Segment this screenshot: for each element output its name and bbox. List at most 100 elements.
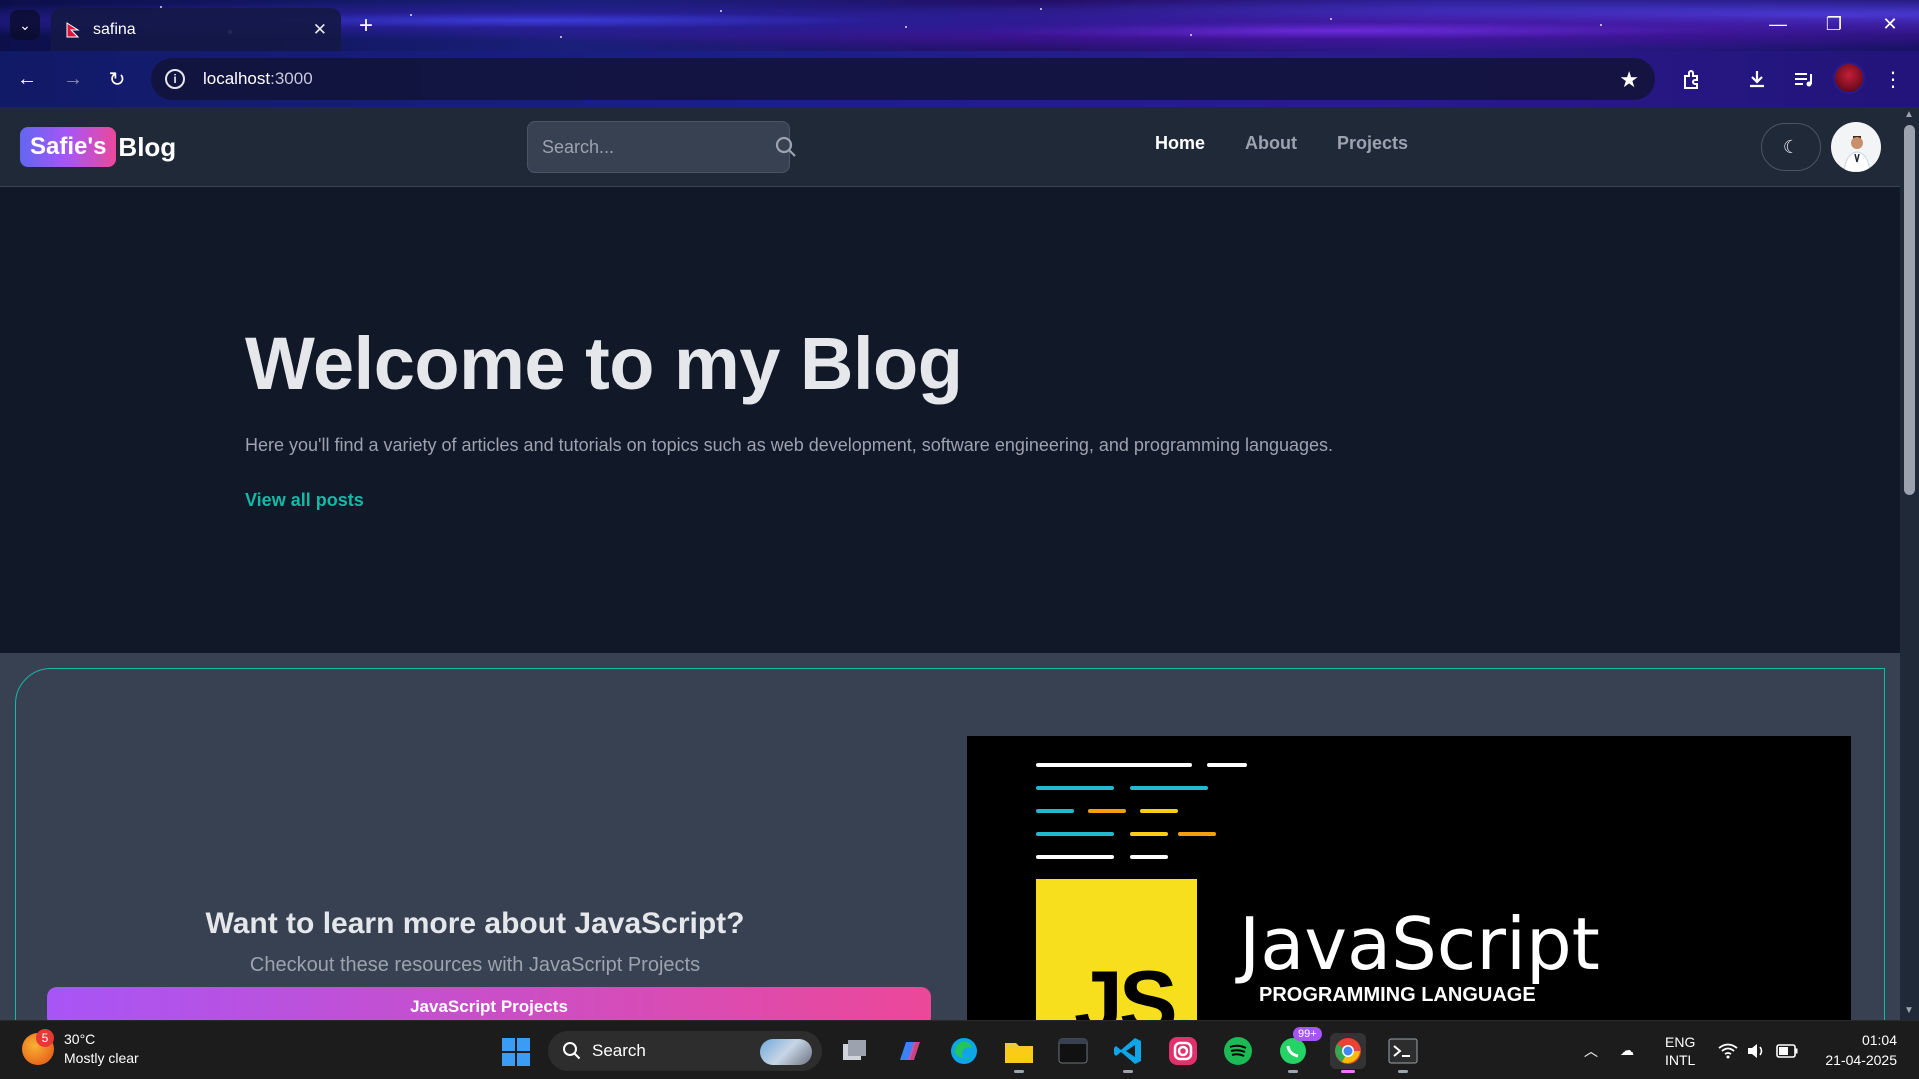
windows-start-icon[interactable] bbox=[502, 1038, 530, 1066]
copilot-icon[interactable] bbox=[891, 1033, 927, 1069]
address-bar[interactable]: i localhost:3000 ★ bbox=[151, 58, 1655, 100]
search-icon bbox=[563, 1042, 581, 1060]
bg-star bbox=[560, 36, 562, 38]
bg-star bbox=[1040, 8, 1042, 10]
back-button[interactable]: ← bbox=[10, 62, 44, 96]
close-tab-icon[interactable]: ✕ bbox=[313, 20, 327, 40]
browser-tab-active[interactable]: safina ✕ bbox=[51, 8, 341, 51]
browser-profile-avatar[interactable] bbox=[1833, 62, 1865, 94]
page-scrollbar[interactable]: ▲ ▼ bbox=[1900, 107, 1919, 1020]
running-indicator bbox=[1288, 1070, 1298, 1073]
minimize-button[interactable]: — bbox=[1754, 8, 1802, 40]
site-info-icon[interactable]: i bbox=[165, 69, 185, 89]
close-window-button[interactable]: ✕ bbox=[1866, 8, 1914, 40]
bg-star bbox=[905, 26, 907, 28]
tray-overflow-chevron-icon[interactable]: ︿ bbox=[1584, 1021, 1598, 1079]
task-view-icon[interactable] bbox=[837, 1033, 873, 1069]
javascript-banner-image: JS JavaScript PROGRAMMING LANGUAGE bbox=[967, 736, 1851, 1020]
spotify-icon[interactable] bbox=[1220, 1033, 1256, 1069]
media-control-icon[interactable] bbox=[1786, 62, 1820, 96]
clock-date: 21-04-2025 bbox=[1825, 1052, 1897, 1068]
url-port: :3000 bbox=[270, 69, 313, 88]
wifi-icon[interactable] bbox=[1718, 1021, 1738, 1079]
scrollbar-thumb[interactable] bbox=[1904, 125, 1915, 495]
language-indicator[interactable]: ENG INTL bbox=[1665, 1021, 1695, 1079]
weather-icon: 5 bbox=[22, 1029, 54, 1065]
code-line bbox=[1036, 763, 1192, 767]
view-all-posts-link[interactable]: View all posts bbox=[245, 490, 364, 511]
user-avatar[interactable] bbox=[1831, 122, 1881, 172]
hero-subtitle: Here you'll find a variety of articles a… bbox=[245, 435, 1334, 455]
theme-toggle-button[interactable]: ☾ bbox=[1761, 123, 1821, 171]
restore-button[interactable]: ❐ bbox=[1810, 8, 1858, 40]
weather-badge: 5 bbox=[36, 1029, 54, 1047]
browser-menu-icon[interactable]: ⋮ bbox=[1876, 62, 1910, 96]
download-icon[interactable] bbox=[1740, 62, 1774, 96]
file-explorer-icon[interactable] bbox=[1001, 1033, 1037, 1073]
chrome-icon[interactable] bbox=[1330, 1033, 1366, 1073]
bg-star bbox=[1330, 18, 1332, 20]
weather-widget[interactable]: 5 30°C Mostly clear bbox=[22, 1029, 139, 1068]
code-line bbox=[1130, 786, 1208, 790]
system-clock[interactable]: 01:04 21-04-2025 bbox=[1817, 1030, 1897, 1070]
cta-subtitle: Checkout these resources with JavaScript… bbox=[249, 954, 701, 976]
moon-icon: ☾ bbox=[1782, 136, 1800, 157]
battery-icon[interactable] bbox=[1776, 1021, 1798, 1079]
new-tab-button[interactable]: + bbox=[352, 12, 380, 40]
scroll-down-arrow-icon[interactable]: ▼ bbox=[1904, 1005, 1914, 1016]
cta-title: Want to learn more about JavaScript? bbox=[205, 907, 745, 940]
running-indicator bbox=[1341, 1070, 1355, 1073]
site-logo[interactable]: Safie's Blog bbox=[20, 127, 176, 167]
extensions-icon[interactable] bbox=[1675, 62, 1709, 96]
tab-search-button[interactable]: ⌄ bbox=[10, 10, 40, 40]
nav-about[interactable]: About bbox=[1245, 133, 1297, 154]
vscode-icon[interactable] bbox=[1110, 1033, 1146, 1073]
code-line bbox=[1036, 809, 1074, 813]
instagram-icon[interactable] bbox=[1165, 1033, 1201, 1069]
code-line bbox=[1036, 786, 1114, 790]
logo-text: Blog bbox=[118, 131, 177, 162]
weather-temp: 30°C bbox=[64, 1031, 96, 1047]
volume-icon[interactable] bbox=[1746, 1021, 1766, 1079]
search-icon[interactable] bbox=[774, 135, 798, 159]
bookmark-star-icon[interactable]: ★ bbox=[1619, 67, 1639, 93]
running-indicator bbox=[1123, 1070, 1133, 1073]
forward-button[interactable]: → bbox=[56, 62, 90, 96]
reload-button[interactable]: ↻ bbox=[100, 62, 134, 96]
running-indicator bbox=[1398, 1070, 1408, 1073]
code-line bbox=[1207, 763, 1247, 767]
nav-projects[interactable]: Projects bbox=[1337, 133, 1408, 154]
nav-home[interactable]: Home bbox=[1155, 133, 1205, 154]
browser-toolbar: ← → ↻ i localhost:3000 ★ ⋮ bbox=[0, 51, 1919, 107]
hero-section: Welcome to my Blog Here you'll find a va… bbox=[0, 188, 1900, 653]
taskbar-search[interactable]: Search bbox=[548, 1031, 822, 1071]
bg-star bbox=[1190, 34, 1192, 36]
search-box bbox=[527, 121, 796, 173]
javascript-wordmark: JavaScript bbox=[1239, 902, 1600, 986]
scroll-up-arrow-icon[interactable]: ▲ bbox=[1904, 109, 1914, 120]
cta-box: Want to learn more about JavaScript? Che… bbox=[15, 668, 1885, 1020]
terminal-icon[interactable] bbox=[1055, 1033, 1091, 1069]
js-logo-box: JS bbox=[1036, 879, 1197, 1020]
js-logo-text: JS bbox=[1074, 952, 1178, 1020]
whatsapp-icon[interactable]: 99+ bbox=[1275, 1027, 1322, 1073]
tab-title: safina bbox=[93, 20, 136, 38]
edge-icon[interactable] bbox=[946, 1033, 982, 1069]
logo-badge: Safie's bbox=[20, 127, 117, 167]
lang-top: ENG bbox=[1665, 1033, 1696, 1050]
webpage: Safie's Blog Home About Projects ☾ bbox=[0, 107, 1900, 1020]
bg-star bbox=[410, 14, 412, 16]
code-line bbox=[1130, 832, 1168, 836]
javascript-projects-button[interactable]: JavaScript Projects bbox=[47, 987, 931, 1020]
running-indicator bbox=[1014, 1070, 1024, 1073]
code-line bbox=[1036, 832, 1114, 836]
powershell-icon[interactable] bbox=[1385, 1033, 1421, 1073]
code-line bbox=[1140, 809, 1178, 813]
notification-badge: 99+ bbox=[1293, 1027, 1322, 1041]
programming-language-caption: PROGRAMMING LANGUAGE bbox=[1259, 984, 1536, 1006]
bg-star bbox=[1600, 24, 1602, 26]
onedrive-icon[interactable]: ☁ bbox=[1620, 1021, 1634, 1079]
weather-desc: Mostly clear bbox=[64, 1050, 139, 1066]
url-host: localhost bbox=[203, 69, 271, 88]
search-input[interactable] bbox=[542, 136, 774, 158]
